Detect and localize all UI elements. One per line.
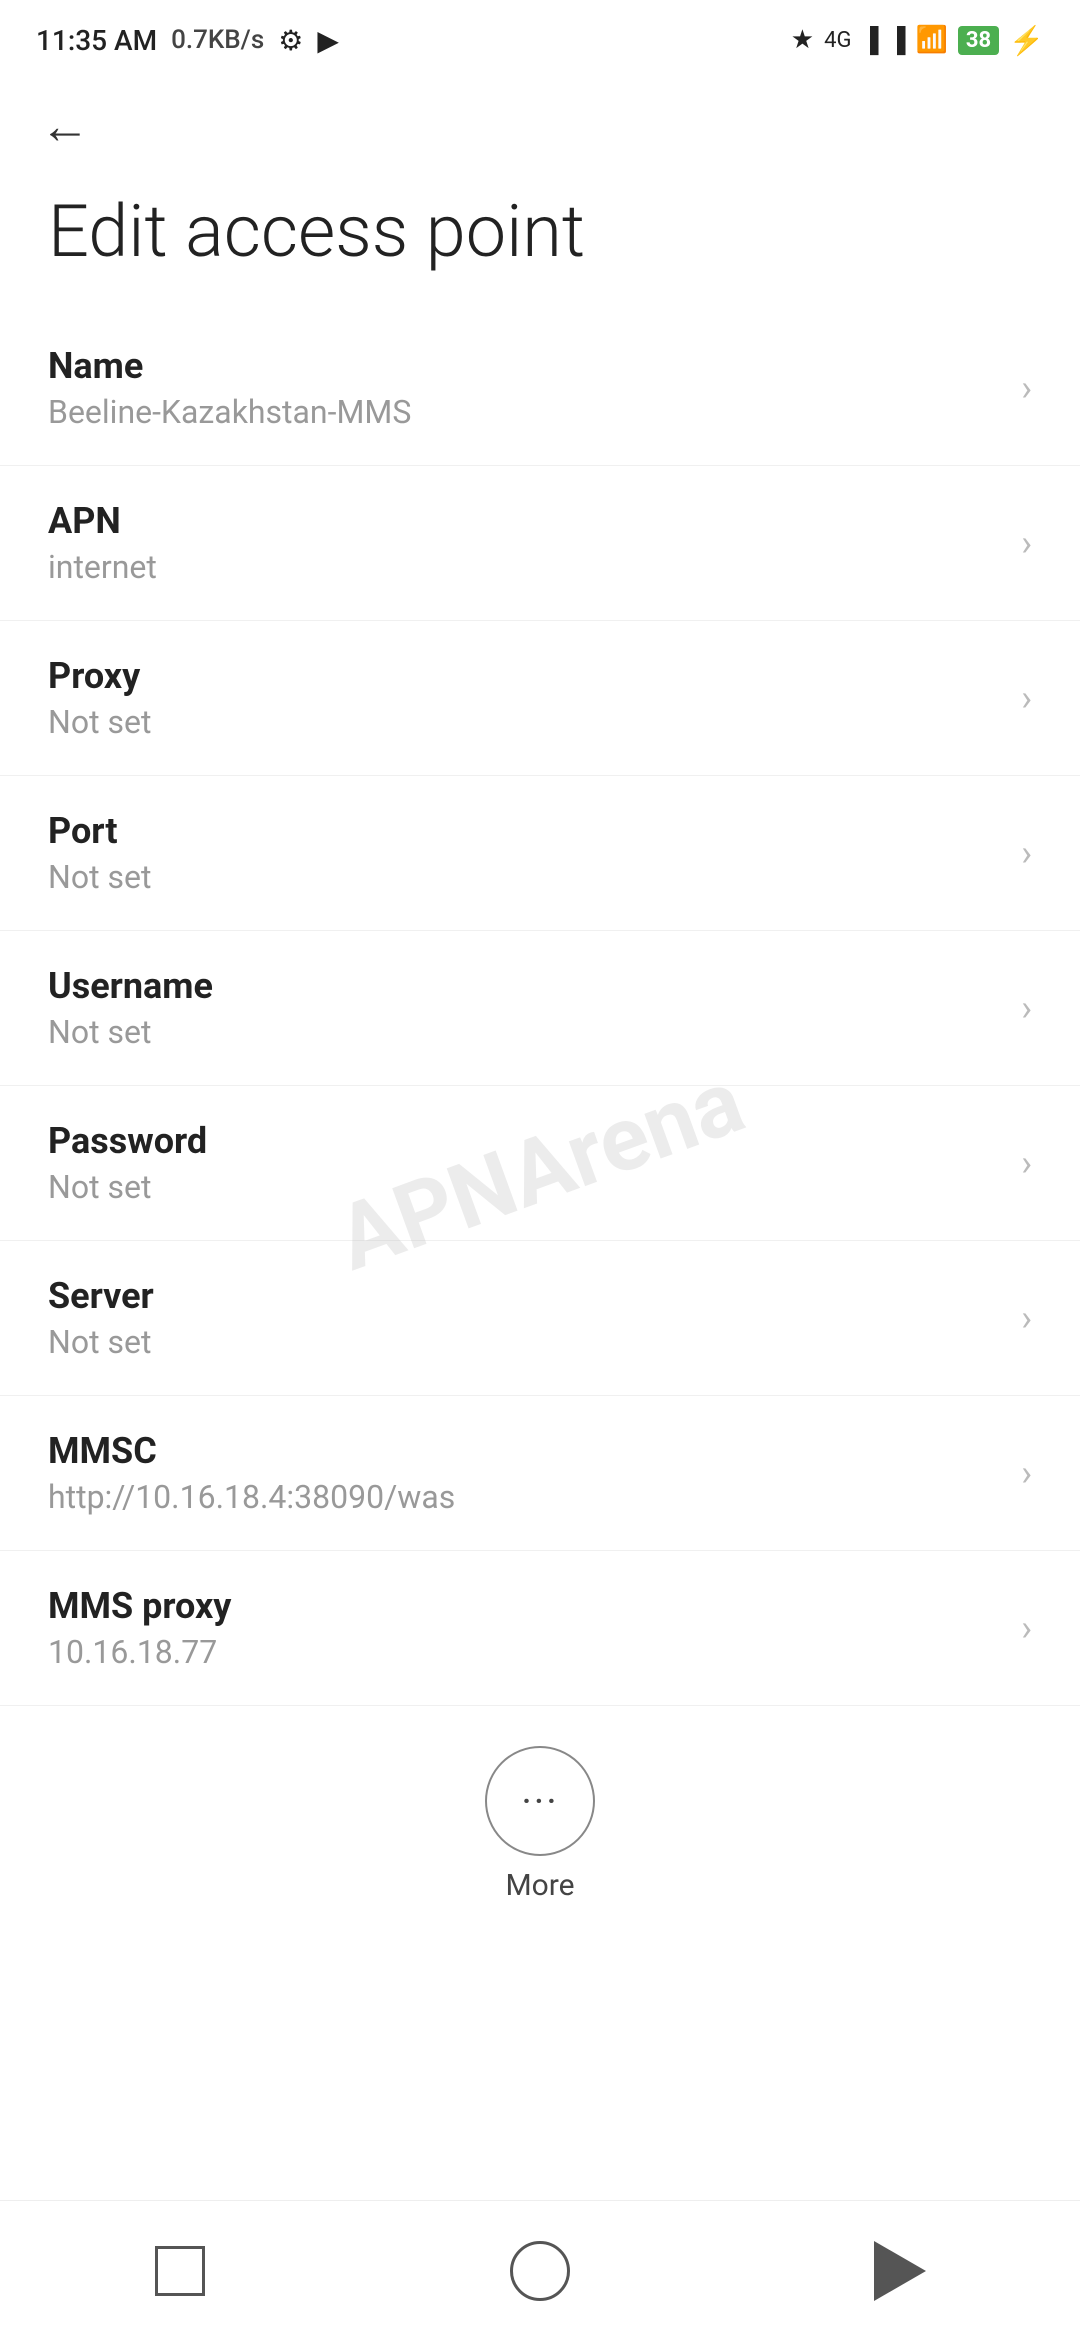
- chevron-right-icon: ›: [1021, 677, 1032, 719]
- recents-icon: [155, 2246, 205, 2296]
- nav-back-button[interactable]: [850, 2221, 950, 2321]
- back-icon: [874, 2241, 926, 2301]
- item-value: internet: [48, 548, 157, 586]
- settings-item-username[interactable]: Username Not set ›: [0, 931, 1080, 1086]
- more-dots-icon: ···: [521, 1778, 558, 1825]
- item-content: Password Not set: [48, 1120, 207, 1206]
- item-label: APN: [48, 500, 157, 542]
- item-value: 10.16.18.77: [48, 1633, 231, 1671]
- item-content: MMS proxy 10.16.18.77: [48, 1585, 231, 1671]
- item-value: Not set: [48, 1168, 207, 1206]
- nav-bar: [0, 2200, 1080, 2340]
- status-left: 11:35 AM 0.7KB/s ⚙ ▶: [36, 24, 339, 57]
- chevron-right-icon: ›: [1021, 1142, 1032, 1184]
- item-content: Port Not set: [48, 810, 151, 896]
- signal-bars2-icon: ▐: [888, 26, 905, 55]
- settings-item-apn[interactable]: APN internet ›: [0, 466, 1080, 621]
- item-value: Not set: [48, 703, 151, 741]
- settings-list: Name Beeline-Kazakhstan-MMS › APN intern…: [0, 311, 1080, 1706]
- battery-icon: 38: [958, 26, 999, 55]
- status-bar: 11:35 AM 0.7KB/s ⚙ ▶ ★ 4G ▐ ▐ 📶 38 ⚡: [0, 0, 1080, 72]
- more-section: ··· More: [0, 1706, 1080, 1933]
- settings-item-password[interactable]: Password Not set ›: [0, 1086, 1080, 1241]
- more-label: More: [505, 1868, 574, 1903]
- chevron-right-icon: ›: [1021, 522, 1032, 564]
- settings-item-mms-proxy[interactable]: MMS proxy 10.16.18.77 ›: [0, 1551, 1080, 1706]
- item-content: MMSC http://10.16.18.4:38090/was: [48, 1430, 455, 1516]
- item-content: Server Not set: [48, 1275, 154, 1361]
- item-label: Username: [48, 965, 213, 1007]
- signal-4g-icon: 4G: [824, 28, 851, 53]
- item-label: MMS proxy: [48, 1585, 231, 1627]
- wifi-icon: 📶: [916, 25, 948, 55]
- nav-recents-button[interactable]: [130, 2221, 230, 2321]
- item-label: Name: [48, 345, 411, 387]
- item-value: Not set: [48, 1013, 213, 1051]
- home-icon: [510, 2241, 570, 2301]
- settings-item-mmsc[interactable]: MMSC http://10.16.18.4:38090/was ›: [0, 1396, 1080, 1551]
- item-label: Port: [48, 810, 151, 852]
- time: 11:35 AM: [36, 24, 157, 57]
- status-right: ★ 4G ▐ ▐ 📶 38 ⚡: [791, 24, 1044, 57]
- chevron-right-icon: ›: [1021, 1607, 1032, 1649]
- item-label: Proxy: [48, 655, 151, 697]
- settings-icon: ⚙: [278, 24, 303, 57]
- item-content: APN internet: [48, 500, 157, 586]
- item-label: Server: [48, 1275, 154, 1317]
- nav-home-button[interactable]: [490, 2221, 590, 2321]
- item-content: Name Beeline-Kazakhstan-MMS: [48, 345, 411, 431]
- item-value: Not set: [48, 1323, 154, 1361]
- chevron-right-icon: ›: [1021, 1297, 1032, 1339]
- item-value: http://10.16.18.4:38090/was: [48, 1478, 455, 1516]
- chevron-right-icon: ›: [1021, 1452, 1032, 1494]
- chevron-right-icon: ›: [1021, 367, 1032, 409]
- item-label: MMSC: [48, 1430, 455, 1472]
- signal-bars-icon: ▐: [861, 26, 878, 55]
- item-content: Proxy Not set: [48, 655, 151, 741]
- chevron-right-icon: ›: [1021, 987, 1032, 1029]
- speed: 0.7KB/s: [171, 25, 264, 55]
- settings-item-port[interactable]: Port Not set ›: [0, 776, 1080, 931]
- page-title: Edit access point: [0, 172, 1080, 311]
- item-content: Username Not set: [48, 965, 213, 1051]
- back-button[interactable]: ←: [40, 102, 90, 152]
- chevron-right-icon: ›: [1021, 832, 1032, 874]
- settings-item-name[interactable]: Name Beeline-Kazakhstan-MMS ›: [0, 311, 1080, 466]
- settings-item-server[interactable]: Server Not set ›: [0, 1241, 1080, 1396]
- item-value: Not set: [48, 858, 151, 896]
- toolbar: ←: [0, 72, 1080, 172]
- item-label: Password: [48, 1120, 207, 1162]
- more-button[interactable]: ···: [485, 1746, 595, 1856]
- item-value: Beeline-Kazakhstan-MMS: [48, 393, 411, 431]
- settings-item-proxy[interactable]: Proxy Not set ›: [0, 621, 1080, 776]
- bluetooth-icon: ★: [791, 25, 814, 55]
- video-icon: ▶: [317, 24, 339, 57]
- charging-icon: ⚡: [1009, 24, 1044, 57]
